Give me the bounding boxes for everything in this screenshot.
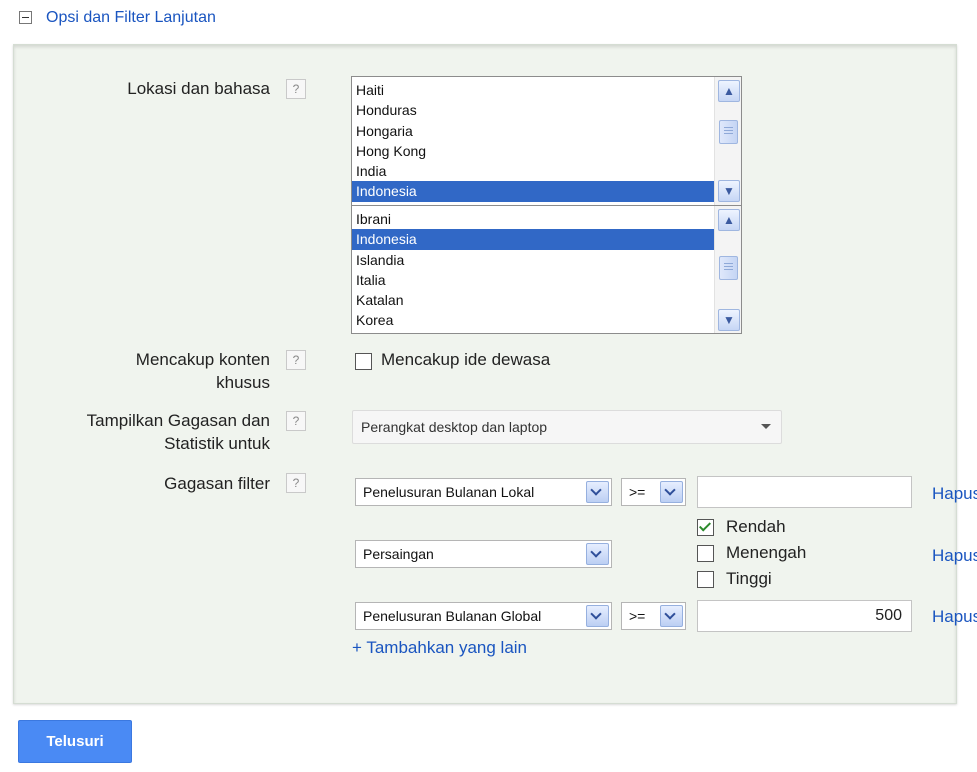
language-option[interactable]: Ibrani (352, 209, 714, 229)
remove-filter-link[interactable]: Hapus (932, 607, 977, 627)
show-ideas-label: Tampilkan Gagasan dan Statistik untuk (86, 411, 270, 453)
chevron-down-icon (586, 481, 609, 503)
competition-medium-checkbox[interactable] (697, 545, 714, 562)
competition-low-label[interactable]: Rendah (726, 517, 786, 537)
competition-high-checkbox[interactable] (697, 571, 714, 588)
filter-ideas-label: Gagasan filter (164, 474, 270, 493)
remove-filter-link[interactable]: Hapus (932, 546, 977, 566)
country-option[interactable]: Hong Kong (352, 141, 714, 161)
competition-high-label[interactable]: Tinggi (726, 569, 772, 589)
special-content-label: Mencakup konten khusus (135, 350, 270, 392)
filter-value-input[interactable] (697, 476, 912, 508)
scroll-thumb[interactable] (719, 120, 738, 144)
scroll-thumb[interactable] (719, 256, 738, 280)
country-option[interactable]: Honduras (352, 100, 714, 120)
chevron-down-icon (660, 481, 683, 503)
country-option[interactable]: Haiti (352, 80, 714, 100)
remove-filter-link[interactable]: Hapus (932, 484, 977, 504)
scroll-down-icon[interactable]: ▼ (718, 180, 740, 202)
section-title[interactable]: Opsi dan Filter Lanjutan (46, 9, 216, 27)
adult-ideas-checkbox[interactable] (355, 353, 372, 370)
filter-field-select[interactable]: Penelusuran Bulanan Lokal (355, 478, 612, 506)
chevron-down-icon (660, 605, 683, 627)
language-option-selected[interactable]: Indonesia (352, 229, 714, 250)
competition-low-checkbox[interactable] (697, 519, 714, 536)
add-more-filter-link[interactable]: + Tambahkan yang lain (352, 638, 527, 658)
search-button[interactable]: Telusuri (18, 720, 132, 763)
country-option[interactable]: India (352, 161, 714, 181)
competition-select[interactable]: Persaingan (355, 540, 612, 568)
scroll-up-icon[interactable]: ▲ (718, 209, 740, 231)
scroll-up-icon[interactable]: ▲ (718, 80, 740, 102)
help-icon[interactable]: ? (286, 350, 306, 370)
language-option[interactable]: Italia (352, 270, 714, 290)
competition-medium-label[interactable]: Menengah (726, 543, 806, 563)
filter-value-input[interactable]: 500 (697, 600, 912, 632)
chevron-down-icon (586, 605, 609, 627)
location-language-label: Lokasi dan bahasa (127, 79, 270, 98)
filter-operator-select[interactable]: >= (621, 602, 686, 630)
language-option[interactable]: Korea (352, 310, 714, 330)
help-icon[interactable]: ? (286, 79, 306, 99)
country-listbox[interactable]: Haiti Honduras Hongaria Hong Kong India … (351, 76, 742, 206)
adult-ideas-label[interactable]: Mencakup ide dewasa (381, 350, 550, 370)
country-option[interactable]: Hongaria (352, 121, 714, 141)
chevron-down-icon (586, 543, 609, 565)
country-scrollbar[interactable]: ▲ ▼ (714, 77, 741, 205)
filter-operator-select[interactable]: >= (621, 478, 686, 506)
country-option-selected[interactable]: Indonesia (352, 181, 714, 202)
help-icon[interactable]: ? (286, 411, 306, 431)
scroll-down-icon[interactable]: ▼ (718, 309, 740, 331)
language-scrollbar[interactable]: ▲ ▼ (714, 206, 741, 333)
help-icon[interactable]: ? (286, 473, 306, 493)
language-option[interactable]: Katalan (352, 290, 714, 310)
collapse-toggle-icon[interactable] (19, 11, 32, 24)
dropdown-arrow-icon (761, 424, 771, 429)
filter-field-select[interactable]: Penelusuran Bulanan Global (355, 602, 612, 630)
device-select[interactable]: Perangkat desktop dan laptop (352, 410, 782, 444)
language-option[interactable]: Islandia (352, 250, 714, 270)
language-listbox[interactable]: Ibrani Indonesia Islandia Italia Katalan… (351, 205, 742, 334)
